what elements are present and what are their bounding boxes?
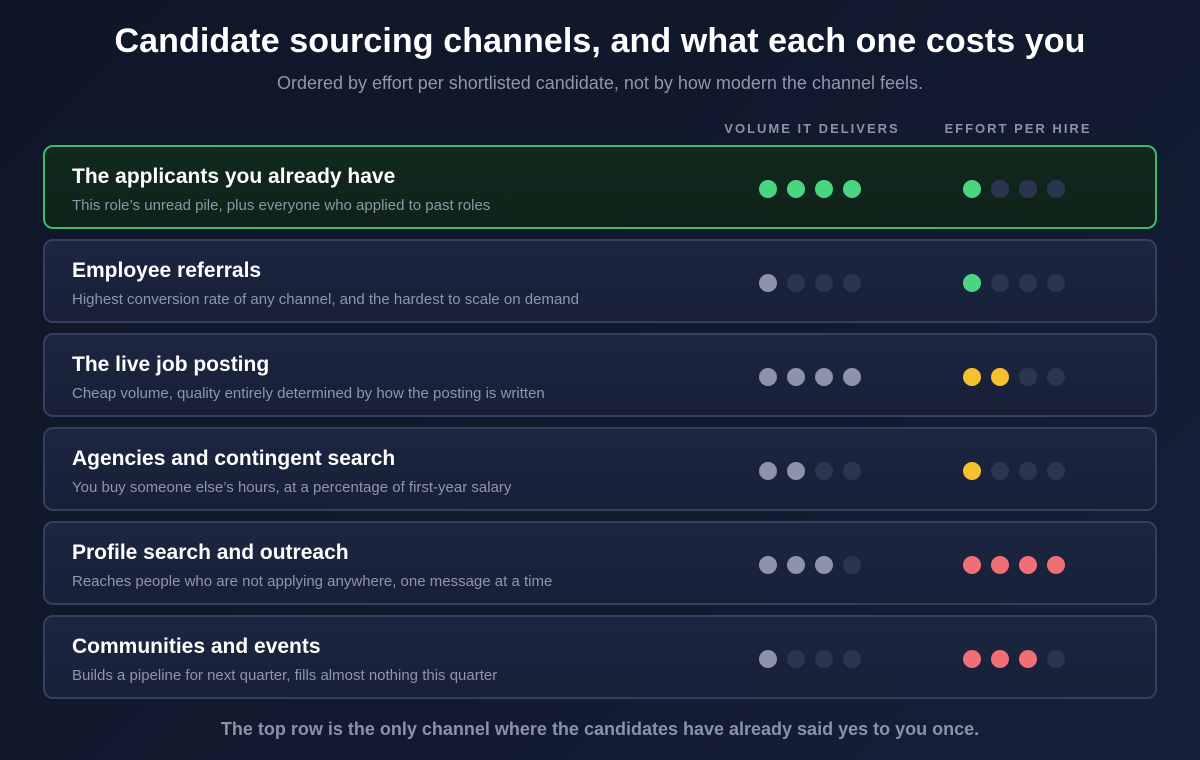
channel-title: Agencies and contingent search <box>72 447 396 470</box>
rating-dot-empty <box>1019 368 1037 386</box>
rating-dot-filled <box>759 180 777 198</box>
channel-row: The applicants you already have This rol… <box>43 145 1157 229</box>
channel-row: Employee referrals Highest conversion ra… <box>43 239 1157 323</box>
rating-dot-empty <box>991 180 1009 198</box>
effort-rating <box>963 180 1075 198</box>
volume-rating <box>759 556 871 574</box>
column-header-effort: EFFORT PER HIRE <box>944 121 1092 136</box>
channel-list: The applicants you already have This rol… <box>43 145 1157 709</box>
rating-dot-filled <box>787 368 805 386</box>
effort-rating <box>963 368 1075 386</box>
volume-rating <box>759 274 871 292</box>
footer-note: The top row is the only channel where th… <box>220 719 980 739</box>
rating-dot-empty <box>1019 274 1037 292</box>
rating-dot-empty <box>1047 274 1065 292</box>
rating-dot-filled <box>787 180 805 198</box>
channel-description: Reaches people who are not applying anyw… <box>72 573 553 590</box>
rating-dot-filled <box>963 556 981 574</box>
channel-row: Communities and events Builds a pipeline… <box>43 615 1157 699</box>
rating-dot-filled <box>1047 556 1065 574</box>
rating-dot-empty <box>1047 650 1065 668</box>
rating-dot-filled <box>815 556 833 574</box>
rating-dot-filled <box>963 368 981 386</box>
rating-dot-filled <box>843 368 861 386</box>
rating-dot-filled <box>759 650 777 668</box>
rating-dot-empty <box>787 274 805 292</box>
rating-dot-empty <box>1019 180 1037 198</box>
rating-dot-empty <box>843 462 861 480</box>
rating-dot-empty <box>1047 368 1065 386</box>
rating-dot-filled <box>991 650 1009 668</box>
channel-description: Builds a pipeline for next quarter, fill… <box>72 667 498 684</box>
effort-rating <box>963 274 1075 292</box>
channel-row: Agencies and contingent search You buy s… <box>43 427 1157 511</box>
channel-description: This role’s unread pile, plus everyone w… <box>72 197 491 214</box>
channel-row: The live job posting Cheap volume, quali… <box>43 333 1157 417</box>
rating-dot-filled <box>815 368 833 386</box>
effort-rating <box>963 650 1075 668</box>
rating-dot-empty <box>843 556 861 574</box>
rating-dot-filled <box>1019 556 1037 574</box>
rating-dot-empty <box>1047 462 1065 480</box>
rating-dot-empty <box>991 274 1009 292</box>
rating-dot-filled <box>759 556 777 574</box>
effort-rating <box>963 556 1075 574</box>
rating-dot-empty <box>991 462 1009 480</box>
channel-description: You buy someone else’s hours, at a perce… <box>72 479 512 496</box>
rating-dot-empty <box>815 462 833 480</box>
rating-dot-filled <box>815 180 833 198</box>
rating-dot-filled <box>991 556 1009 574</box>
rating-dot-empty <box>843 650 861 668</box>
rating-dot-filled <box>963 650 981 668</box>
rating-dot-empty <box>843 274 861 292</box>
volume-rating <box>759 180 871 198</box>
rating-dot-empty <box>787 650 805 668</box>
rating-dot-filled <box>759 462 777 480</box>
volume-rating <box>759 462 871 480</box>
channel-row: Profile search and outreach Reaches peop… <box>43 521 1157 605</box>
page-title: Candidate sourcing channels, and what ea… <box>114 22 1086 60</box>
channel-title: The live job posting <box>72 353 270 376</box>
rating-dot-empty <box>815 650 833 668</box>
rating-dot-filled <box>759 368 777 386</box>
page-subtitle: Ordered by effort per shortlisted candid… <box>276 73 924 93</box>
rating-dot-empty <box>815 274 833 292</box>
rating-dot-filled <box>787 462 805 480</box>
column-header-volume: VOLUME IT DELIVERS <box>724 121 900 136</box>
volume-rating <box>759 368 871 386</box>
rating-dot-filled <box>843 180 861 198</box>
channel-title: The applicants you already have <box>72 165 396 188</box>
rating-dot-filled <box>787 556 805 574</box>
effort-rating <box>963 462 1075 480</box>
rating-dot-empty <box>1047 180 1065 198</box>
channel-title: Employee referrals <box>72 259 262 282</box>
rating-dot-filled <box>963 274 981 292</box>
channel-description: Highest conversion rate of any channel, … <box>72 291 579 308</box>
rating-dot-filled <box>963 180 981 198</box>
channel-title: Profile search and outreach <box>72 541 349 564</box>
rating-dot-filled <box>759 274 777 292</box>
volume-rating <box>759 650 871 668</box>
channel-title: Communities and events <box>72 635 321 658</box>
rating-dot-filled <box>1019 650 1037 668</box>
rating-dot-filled <box>963 462 981 480</box>
channel-description: Cheap volume, quality entirely determine… <box>72 385 545 402</box>
rating-dot-filled <box>991 368 1009 386</box>
rating-dot-empty <box>1019 462 1037 480</box>
